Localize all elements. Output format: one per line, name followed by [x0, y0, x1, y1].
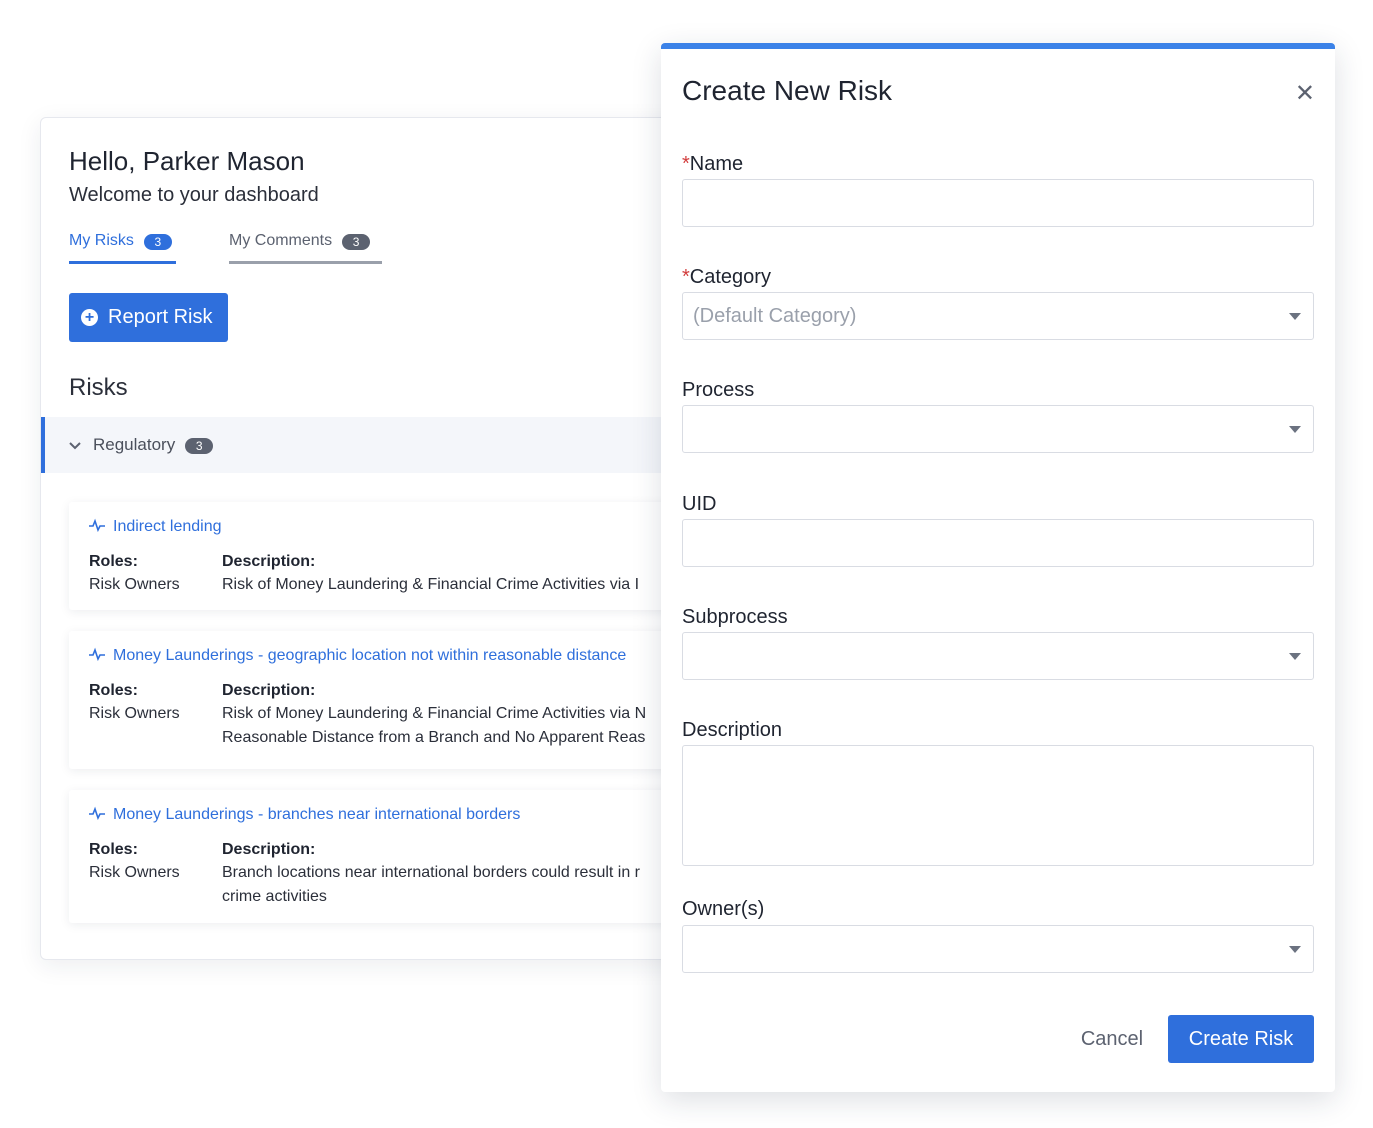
description-line: Risk of Money Laundering & Financial Cri…: [222, 705, 647, 722]
category-field-label: *Category: [682, 266, 771, 288]
required-marker: *: [682, 153, 690, 175]
report-risk-button[interactable]: + Report Risk: [69, 293, 228, 342]
tab-my-risks-count: 3: [143, 234, 172, 250]
greeting-title: Hello, Parker Mason: [69, 146, 305, 176]
name-input[interactable]: [682, 179, 1314, 227]
dropdown-caret-icon: [1289, 946, 1301, 953]
risks-heading: Risks: [69, 374, 128, 401]
description-line: Branch locations near international bord…: [222, 864, 641, 881]
name-field-label: *Name: [682, 153, 744, 175]
description-line: Risk of Money Laundering & Financial Cri…: [222, 576, 640, 593]
create-risk-button[interactable]: Create Risk: [1168, 1015, 1314, 1063]
roles-label: Roles:: [89, 841, 138, 858]
dropdown-caret-icon: [1289, 426, 1301, 433]
dropdown-caret-icon: [1289, 653, 1301, 660]
uid-input[interactable]: [682, 519, 1314, 567]
close-icon[interactable]: ✕: [1295, 79, 1315, 108]
subprocess-field-label: Subprocess: [682, 606, 788, 628]
required-marker: *: [682, 266, 690, 288]
roles-label: Roles:: [89, 553, 138, 570]
tab-my-comments[interactable]: My Comments 3: [229, 232, 382, 264]
owners-select[interactable]: [682, 925, 1314, 973]
tab-my-comments-label: My Comments: [229, 232, 333, 249]
report-risk-label: Report Risk: [108, 306, 213, 328]
tab-my-comments-count: 3: [342, 234, 371, 250]
welcome-subtitle: Welcome to your dashboard: [69, 184, 319, 206]
description-line: crime activities: [222, 888, 327, 905]
risk-title-link[interactable]: Indirect lending: [89, 518, 222, 536]
roles-value: Risk Owners: [89, 576, 180, 593]
chevron-down-icon: [69, 438, 83, 453]
group-regulatory-toggle[interactable]: Regulatory 3: [41, 417, 699, 473]
risk-title: Money Launderings - branches near intern…: [113, 806, 521, 823]
risk-title-link[interactable]: Money Launderings - branches near intern…: [89, 806, 520, 824]
tab-my-risks-label: My Risks: [69, 232, 134, 249]
risk-title: Indirect lending: [113, 518, 222, 535]
roles-label: Roles:: [89, 682, 138, 699]
group-count: 3: [185, 438, 214, 454]
description-field-label: Description: [682, 719, 783, 741]
description-label: Description:: [222, 682, 316, 699]
risk-title: Money Launderings - geographic location …: [113, 647, 627, 664]
risk-card: Indirect lending Roles: Description: Ris…: [69, 502, 699, 610]
dashboard-panel: Hello, Parker Mason Welcome to your dash…: [40, 117, 700, 960]
owners-field-label: Owner(s): [682, 898, 765, 920]
description-line: Reasonable Distance from a Branch and No…: [222, 729, 646, 746]
plus-circle-icon: +: [81, 309, 98, 326]
risk-card: Money Launderings - geographic location …: [69, 631, 699, 769]
category-placeholder: (Default Category): [693, 304, 857, 327]
subprocess-select[interactable]: [682, 632, 1314, 680]
dropdown-caret-icon: [1289, 313, 1301, 320]
description-label: Description:: [222, 553, 316, 570]
uid-field-label: UID: [682, 493, 717, 515]
description-textarea[interactable]: [682, 745, 1314, 866]
pulse-icon: [89, 647, 105, 665]
roles-value: Risk Owners: [89, 864, 180, 881]
process-field-label: Process: [682, 379, 755, 401]
description-label: Description:: [222, 841, 316, 858]
group-label: Regulatory: [93, 435, 176, 454]
roles-value: Risk Owners: [89, 705, 180, 722]
risk-card: Money Launderings - branches near intern…: [69, 790, 699, 923]
pulse-icon: [89, 806, 105, 824]
category-select[interactable]: (Default Category): [682, 292, 1314, 340]
process-select[interactable]: [682, 405, 1314, 453]
create-risk-modal: Create New Risk ✕ *Name *Category (Defau…: [661, 43, 1335, 1092]
risk-title-link[interactable]: Money Launderings - geographic location …: [89, 647, 626, 665]
modal-title: Create New Risk: [682, 75, 893, 106]
tab-my-risks[interactable]: My Risks 3: [69, 232, 176, 264]
cancel-button[interactable]: Cancel: [1079, 1015, 1145, 1063]
pulse-icon: [89, 518, 105, 536]
